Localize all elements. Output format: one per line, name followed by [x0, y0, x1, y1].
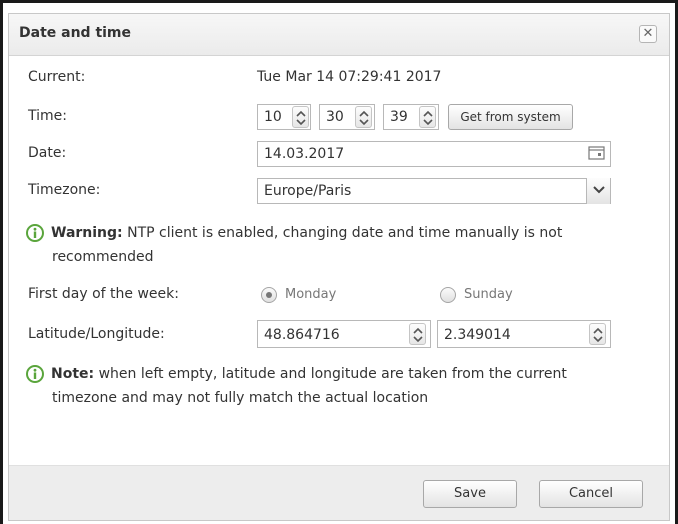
date-field[interactable]: 14.03.2017 — [257, 141, 611, 167]
first-day-row: First day of the week: Monday Sunday — [9, 281, 669, 309]
hours-value: 10 — [264, 109, 282, 125]
spin-arrows-icon — [359, 110, 369, 126]
ntp-warning-text-2: recommended — [52, 245, 652, 269]
first-day-label: First day of the week: — [28, 286, 179, 302]
latlon-label: Latitude/Longitude: — [28, 326, 165, 342]
timezone-value: Europe/Paris — [264, 183, 352, 199]
latitude-field[interactable]: 48.864716 — [257, 320, 431, 348]
current-row: Current: Tue Mar 14 07:29:41 2017 — [9, 64, 669, 92]
timezone-dropdown-button[interactable] — [586, 178, 610, 204]
chevron-down-icon — [593, 186, 605, 194]
calendar-icon — [588, 146, 605, 160]
warning-line-1: NTP client is enabled, changing date and… — [122, 225, 563, 241]
timezone-row: Timezone: Europe/Paris — [9, 177, 669, 205]
current-datetime: Tue Mar 14 07:29:41 2017 — [257, 69, 442, 85]
save-button[interactable]: Save — [423, 480, 517, 508]
radio-monday-label[interactable]: Monday — [285, 287, 336, 302]
spin-arrows-icon — [296, 110, 306, 126]
latlon-note-text-2: timezone and may not fully match the act… — [52, 386, 652, 410]
close-icon: ✕ — [642, 26, 654, 41]
longitude-spin-button[interactable] — [589, 323, 606, 345]
dialog-title: Date and time — [19, 25, 132, 41]
spin-arrows-icon — [413, 327, 423, 343]
note-bold: Note: — [51, 366, 95, 382]
latlon-row: Latitude/Longitude: 48.864716 2.349014 — [9, 317, 669, 348]
seconds-value: 39 — [390, 109, 408, 125]
time-row: Time: 10 30 39 Get from system — [9, 102, 669, 130]
note-line-2: timezone and may not fully match the act… — [52, 390, 429, 406]
cancel-button[interactable]: Cancel — [539, 480, 643, 508]
warning-line-2: recommended — [52, 249, 154, 265]
spin-arrows-icon — [593, 327, 603, 343]
time-label: Time: — [28, 108, 67, 124]
note-line-1: when left empty, latitude and longitude … — [94, 366, 567, 382]
date-label: Date: — [28, 145, 67, 161]
minutes-spin-button[interactable] — [355, 106, 372, 128]
spin-arrows-icon — [423, 110, 433, 126]
latitude-spin-button[interactable] — [409, 323, 426, 345]
minutes-value: 30 — [326, 109, 344, 125]
radio-sunday[interactable] — [440, 287, 456, 303]
radio-monday[interactable] — [261, 287, 277, 303]
radio-sunday-label[interactable]: Sunday — [464, 287, 513, 302]
hours-spin-button[interactable] — [292, 106, 309, 128]
info-glyph-icon — [33, 227, 37, 238]
longitude-field[interactable]: 2.349014 — [437, 320, 611, 348]
latitude-value: 48.864716 — [264, 327, 340, 343]
dialog-titlebar: Date and time ✕ — [9, 14, 669, 56]
date-value: 14.03.2017 — [264, 146, 345, 162]
timezone-select[interactable]: Europe/Paris — [257, 178, 611, 204]
date-time-dialog: Date and time ✕ Current: Tue Mar 14 07:2… — [8, 13, 670, 521]
date-row: Date: 14.03.2017 — [9, 140, 669, 168]
calendar-button[interactable] — [588, 145, 608, 163]
longitude-value: 2.349014 — [444, 327, 511, 343]
current-label: Current: — [28, 69, 86, 85]
get-from-system-button[interactable]: Get from system — [448, 104, 573, 130]
dialog-footer: Save Cancel — [9, 465, 669, 520]
info-glyph-icon — [33, 368, 37, 379]
latlon-note-text: Note: when left empty, latitude and long… — [51, 362, 651, 386]
seconds-spin-button[interactable] — [419, 106, 436, 128]
timezone-label: Timezone: — [28, 182, 101, 198]
ntp-warning-text: Warning: NTP client is enabled, changing… — [51, 221, 651, 245]
frame-left-border — [0, 0, 3, 524]
note-info-icon — [26, 365, 44, 383]
close-button[interactable]: ✕ — [639, 25, 657, 43]
warning-info-icon — [26, 224, 44, 242]
warning-bold: Warning: — [51, 225, 123, 241]
frame-top-border — [0, 0, 678, 3]
